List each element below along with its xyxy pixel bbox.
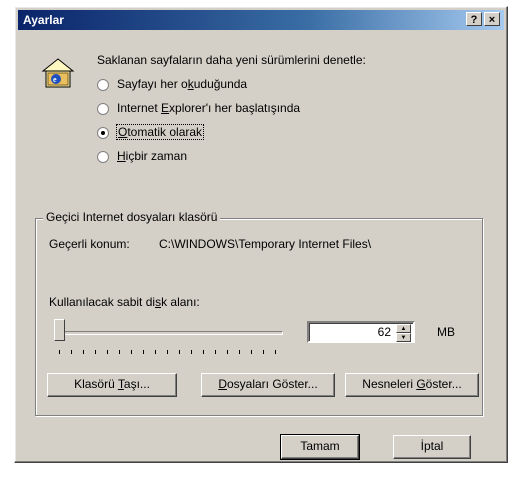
disk-space-value[interactable]: 62 xyxy=(378,325,391,339)
disk-space-slider-track[interactable] xyxy=(57,331,283,335)
window-title: Ayarlar xyxy=(23,13,64,27)
move-folder-button[interactable]: Klasörü Taşı... xyxy=(47,373,177,397)
disk-space-label: Kullanılacak sabit disk alanı: xyxy=(49,295,200,309)
settings-dialog: Ayarlar ? × e Saklanan sayfaların daha y… xyxy=(14,6,508,463)
group-label: Geçici Internet dosyaları klasörü xyxy=(43,210,221,224)
house-ie-icon: e xyxy=(39,53,77,91)
view-objects-button[interactable]: Nesneleri Göster... xyxy=(345,373,479,397)
location-label: Geçerli konum: xyxy=(49,237,130,251)
disk-unit: MB xyxy=(437,325,455,339)
radio-never[interactable] xyxy=(97,151,109,163)
check-prompt: Saklanan sayfaların daha yeni sürümlerin… xyxy=(97,53,366,67)
spin-down-button[interactable]: ▼ xyxy=(396,333,411,342)
spin-up-button[interactable]: ▲ xyxy=(396,324,411,333)
title-bar[interactable]: Ayarlar ? × xyxy=(18,10,504,30)
option-automatic-label[interactable]: Otomatik olarak xyxy=(115,124,205,140)
close-button[interactable]: × xyxy=(484,12,500,26)
svg-text:e: e xyxy=(53,75,57,84)
cancel-button[interactable]: İptal xyxy=(393,435,471,459)
location-value: C:\WINDOWS\Temporary Internet Files\ xyxy=(159,237,372,251)
slider-ticks xyxy=(59,350,285,354)
radio-every-visit[interactable] xyxy=(97,79,109,91)
option-every-visit-label[interactable]: Sayfayı her okuduğunda xyxy=(117,77,247,91)
radio-automatic[interactable] xyxy=(97,127,109,139)
view-files-button[interactable]: Dosyaları Göster... xyxy=(201,373,335,397)
ok-button[interactable]: Tamam xyxy=(280,434,360,460)
help-button[interactable]: ? xyxy=(466,12,482,26)
disk-space-spinner[interactable]: 62 ▲ ▼ xyxy=(307,321,415,343)
radio-every-start[interactable] xyxy=(97,103,109,115)
option-never-label[interactable]: Hiçbir zaman xyxy=(117,149,187,163)
disk-space-slider-thumb[interactable] xyxy=(54,319,65,341)
option-every-start-label[interactable]: Internet Explorer'ı her başlatışında xyxy=(117,101,300,115)
